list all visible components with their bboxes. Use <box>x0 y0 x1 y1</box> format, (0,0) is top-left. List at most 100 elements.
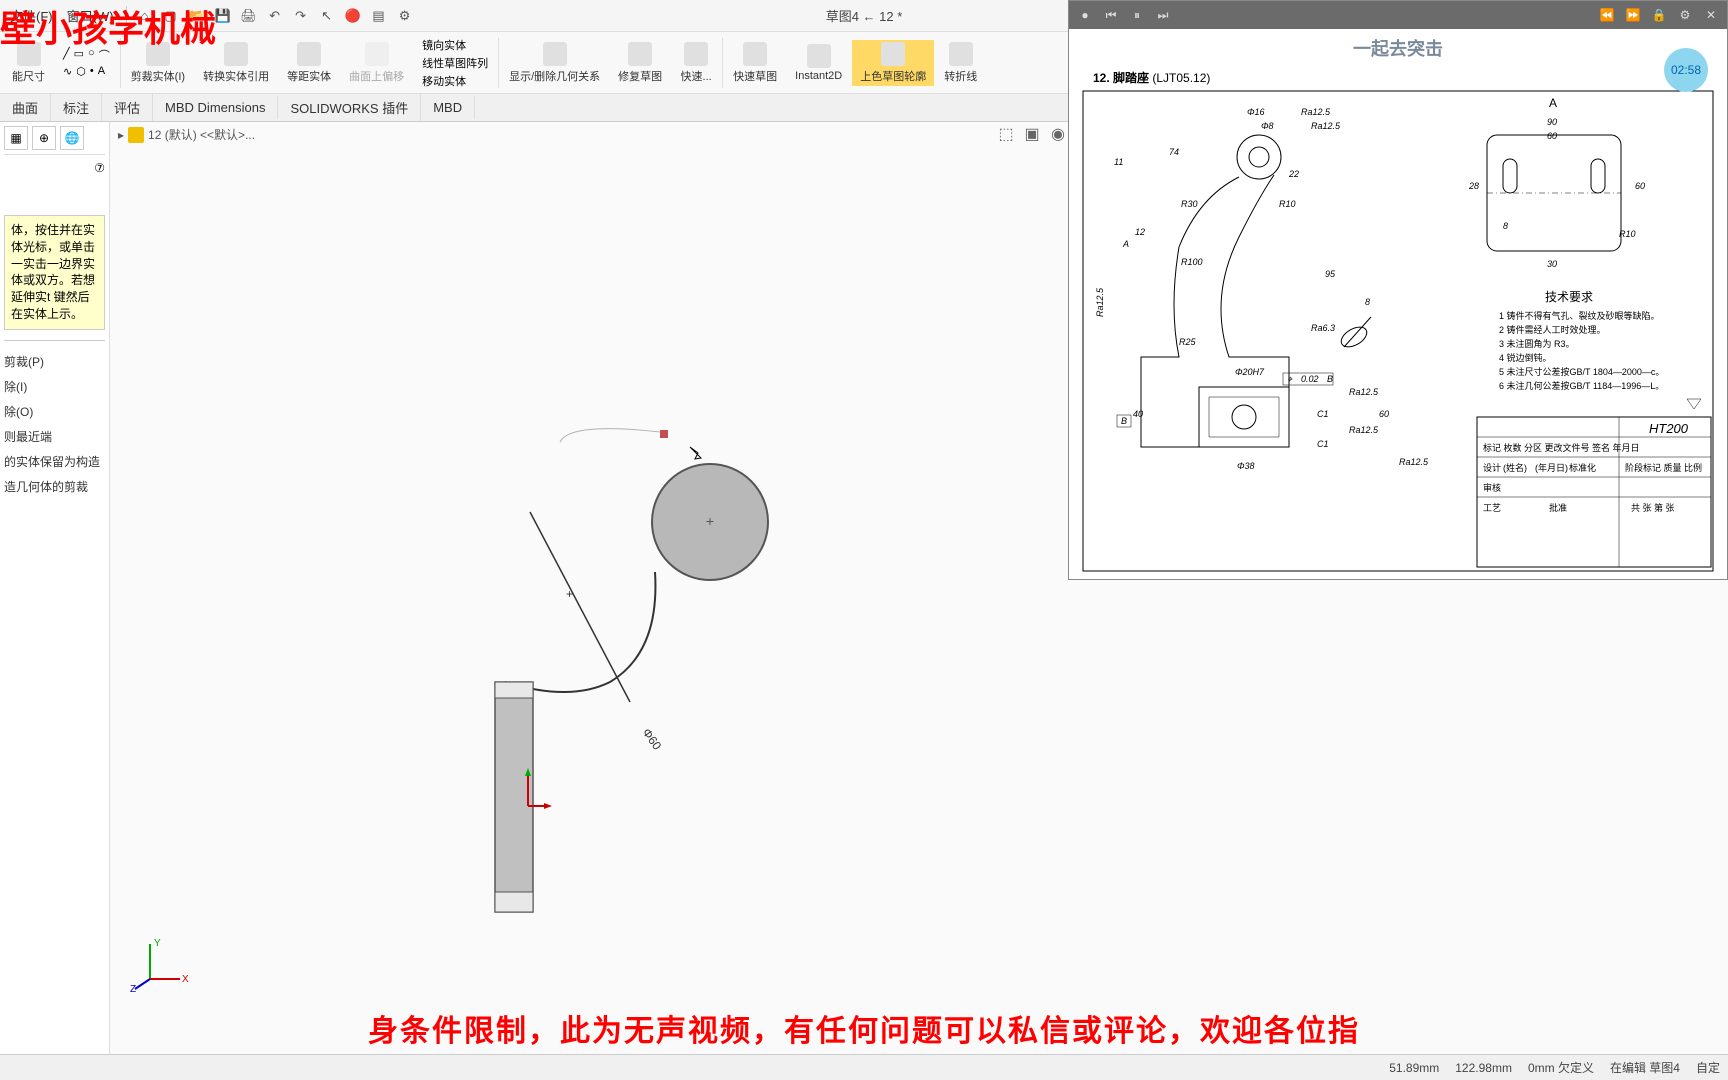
shaded-contour-button[interactable]: 上色草图轮廓 <box>852 40 934 86</box>
tab-evaluate[interactable]: 评估 <box>102 94 153 121</box>
save-icon[interactable]: 💾 <box>211 4 235 28</box>
select-icon[interactable]: ↖ <box>315 4 339 28</box>
drawing-code: (LJT05.12) <box>1152 71 1210 85</box>
point-icon[interactable]: • <box>90 65 94 78</box>
svg-text:标准化: 标准化 <box>1569 462 1596 473</box>
surface-offset-button[interactable]: 曲面上偏移 <box>341 40 412 86</box>
print-icon[interactable]: 🖨 <box>237 4 261 28</box>
convert-button[interactable]: 转换实体引用 <box>195 40 277 86</box>
reference-drawing-window[interactable]: ● ⏮ ⏸ ⏭ ⏪ ⏩ 🔒 ⚙ ✕ 一起去突击 12. 脚踏座 (LJT05.1… <box>1068 0 1728 580</box>
svg-text:8: 8 <box>1365 297 1370 307</box>
svg-text:C1: C1 <box>1317 439 1329 449</box>
snap-button[interactable]: 快速... <box>672 40 720 86</box>
overlay-rewind-icon[interactable]: ⏪ <box>1599 7 1615 23</box>
mirror-button[interactable]: 镜向实体 <box>422 37 488 53</box>
svg-text:60: 60 <box>1547 131 1557 141</box>
panel-tab-3[interactable]: 🌐 <box>60 126 84 150</box>
rebuild-icon[interactable]: 🔴 <box>341 4 365 28</box>
sketch-endpoint[interactable] <box>660 430 668 438</box>
home-icon[interactable]: ⌂ <box>133 4 157 28</box>
overlay-forward-icon[interactable]: ⏩ <box>1625 7 1641 23</box>
offset-button[interactable]: 等距实体 <box>279 40 339 86</box>
document-title: 草图4 ← 12 * <box>826 6 903 25</box>
circle-icon[interactable]: ○ <box>88 47 95 63</box>
panel-help-icon[interactable]: ⑦ <box>94 161 105 175</box>
arc-icon[interactable]: ⌒ <box>99 47 110 63</box>
svg-text:5 未注尺寸公差按GB/T 1804—2000—c。: 5 未注尺寸公差按GB/T 1804—2000—c。 <box>1499 366 1664 377</box>
svg-text:⌖: ⌖ <box>1287 374 1293 384</box>
status-mode: 在编辑 草图4 <box>1610 1059 1680 1076</box>
open-icon[interactable]: 📂 <box>185 4 209 28</box>
gear-icon[interactable]: ⚙ <box>393 4 417 28</box>
new-icon[interactable]: ▢ <box>159 4 183 28</box>
panel-tab-2[interactable]: ⊕ <box>32 126 56 150</box>
svg-text:Φ8: Φ8 <box>1261 121 1274 131</box>
undo-icon[interactable]: ↶ <box>263 4 287 28</box>
svg-text:Y: Y <box>154 938 161 949</box>
display-icon[interactable]: ◉ <box>1048 124 1068 144</box>
overlay-record-icon[interactable]: ● <box>1077 7 1093 23</box>
tab-mbd[interactable]: MBD <box>421 96 475 119</box>
panel-tab-1[interactable]: ▦ <box>4 126 28 150</box>
menu-file[interactable]: 文件(F) <box>4 6 59 25</box>
tab-mbd-dim[interactable]: MBD Dimensions <box>153 96 278 119</box>
repair-button[interactable]: 修复草图 <box>610 40 670 86</box>
svg-text:X: X <box>182 974 189 985</box>
turn-button[interactable]: 转折线 <box>936 40 985 86</box>
status-bar: 51.89mm 122.98mm 0mm 欠定义 在编辑 草图4 自定 <box>0 1054 1728 1080</box>
smart-dimension-button[interactable]: 能尺寸 <box>4 40 53 86</box>
pattern-button[interactable]: 线性草图阵列 <box>422 55 488 71</box>
opt-del-in[interactable]: 除(I) <box>4 374 105 399</box>
rect-icon[interactable]: ▭ <box>74 47 84 63</box>
opt-ignore[interactable]: 造几何体的剪裁 <box>4 474 105 499</box>
overlay-pause-icon[interactable]: ⏸ <box>1129 7 1145 23</box>
tab-surface[interactable]: 曲面 <box>0 94 51 121</box>
overlay-next-icon[interactable]: ⏭ <box>1155 7 1171 23</box>
timer-badge: 02:58 <box>1664 48 1708 92</box>
overlay-prev-icon[interactable]: ⏮ <box>1103 7 1119 23</box>
redo-icon[interactable]: ↷ <box>289 4 313 28</box>
menu-window[interactable]: 窗口(W) <box>61 6 120 25</box>
overlay-title: 一起去突击 <box>1069 29 1727 67</box>
status-x: 51.89mm <box>1389 1061 1439 1075</box>
move-button[interactable]: 移动实体 <box>422 73 488 89</box>
opt-nearest[interactable]: 则最近端 <box>4 424 105 449</box>
svg-text:Ra6.3: Ra6.3 <box>1311 323 1335 333</box>
overlay-lock-icon[interactable]: 🔒 <box>1651 7 1667 23</box>
rapid-sketch-button[interactable]: 快速草图 <box>725 40 785 86</box>
overlay-gear-icon[interactable]: ⚙ <box>1677 7 1693 23</box>
tab-addins[interactable]: SOLIDWORKS 插件 <box>278 94 421 121</box>
svg-text:R10: R10 <box>1619 229 1636 239</box>
svg-text:95: 95 <box>1325 269 1336 279</box>
opt-construction[interactable]: 的实体保留为构造 <box>4 449 105 474</box>
svg-text:B: B <box>1327 374 1333 384</box>
spline-icon[interactable]: ∿ <box>63 65 72 78</box>
trim-button[interactable]: 剪裁实体(I) <box>123 40 193 86</box>
tab-annotate[interactable]: 标注 <box>51 94 102 121</box>
breadcrumb[interactable]: ▸ 12 (默认) <<默认>... <box>118 126 255 143</box>
orient-icon[interactable]: ⬚ <box>996 124 1016 144</box>
view-icon[interactable]: ▣ <box>1022 124 1042 144</box>
svg-text:0.02: 0.02 <box>1301 374 1319 384</box>
svg-text:Ra12.5: Ra12.5 <box>1095 287 1105 317</box>
svg-text:标记 枚数 分区 更改文件号 签名 年月日: 标记 枚数 分区 更改文件号 签名 年月日 <box>1483 442 1640 453</box>
overlay-close-icon[interactable]: ✕ <box>1703 7 1719 23</box>
view-triad[interactable]: Y X Z <box>130 934 190 994</box>
svg-text:2 铸件需经人工时效处理。: 2 铸件需经人工时效处理。 <box>1499 324 1606 335</box>
svg-text:A: A <box>1549 96 1557 110</box>
svg-text:设计: 设计 <box>1483 462 1501 473</box>
poly-icon[interactable]: ⬡ <box>76 65 86 78</box>
drawing-number: 12. 脚踏座 <box>1093 71 1149 85</box>
line-icon[interactable]: ╱ <box>63 47 70 63</box>
svg-text:3 未注圆角为 R3。: 3 未注圆角为 R3。 <box>1499 338 1575 349</box>
options-icon[interactable]: ▤ <box>367 4 391 28</box>
svg-text:共 张 第 张: 共 张 第 张 <box>1631 502 1675 513</box>
opt-del-out[interactable]: 除(O) <box>4 399 105 424</box>
svg-text:Ra12.5: Ra12.5 <box>1349 425 1379 435</box>
text-icon[interactable]: A <box>98 65 105 78</box>
instant2d-button[interactable]: Instant2D <box>787 42 850 84</box>
relations-button[interactable]: 显示/删除几何关系 <box>501 40 608 86</box>
svg-text:Ra12.5: Ra12.5 <box>1301 107 1331 117</box>
hint-box: 体，按住并在实体光标，或单击一实击一边界实体或双方。若想延伸实t 键然后在实体上… <box>4 215 105 330</box>
opt-trim[interactable]: 剪裁(P) <box>4 349 105 374</box>
